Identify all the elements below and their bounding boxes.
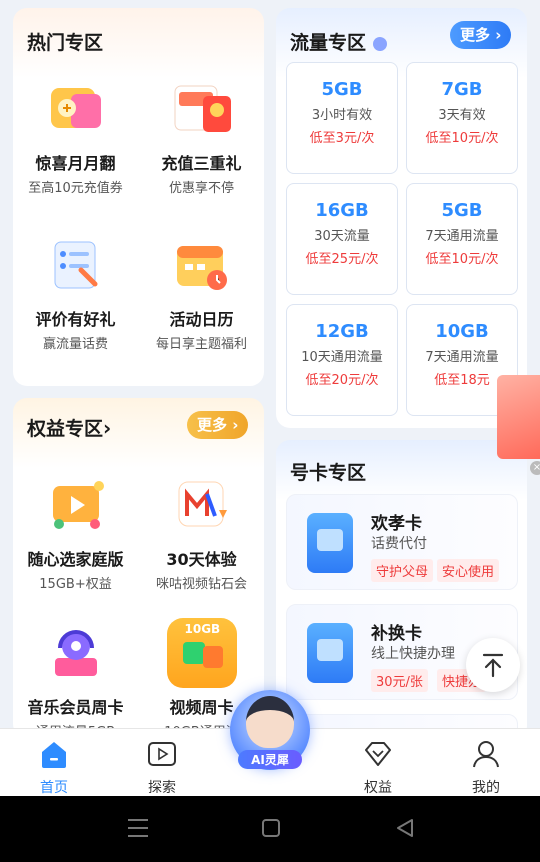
hot-item-calendar[interactable]: 活动日历 每日享主题福利 [139, 230, 264, 352]
tab-mine[interactable]: 我的 [451, 737, 521, 797]
data-package-card[interactable]: 7GB 3天有效 低至10元/次 [406, 62, 518, 174]
package-price: 低至3元/次 [309, 131, 375, 146]
menu-icon[interactable] [128, 819, 148, 837]
rights-more-button[interactable]: 更多 › [187, 411, 249, 439]
data-zone-title-text: 流量专区 [290, 32, 367, 54]
hot-item-sub: 优惠享不停 [168, 181, 234, 196]
package-desc: 7天通用流量 [425, 350, 499, 365]
package-gb: 5GB [321, 79, 363, 100]
data-package-card[interactable]: 16GB 30天流量 低至25元/次 [286, 183, 398, 295]
sim-card-tag: 守护父母 [371, 559, 434, 582]
hot-item-title: 充值三重礼 [161, 154, 242, 173]
hot-item-title: 惊喜月月翻 [35, 154, 116, 173]
sim-card-sub: 话费代付 [371, 536, 427, 552]
tab-home[interactable]: 首页 [19, 737, 89, 797]
package-gb: 12GB [315, 321, 369, 342]
hot-item-title: 评价有好礼 [35, 310, 116, 329]
tab-label: 首页 [40, 780, 68, 796]
hot-zone-title: 热门专区 [27, 32, 104, 54]
migu-video-icon [167, 470, 237, 540]
system-navigation-bar [0, 796, 540, 862]
sim-card-sub: 线上快捷办理 [371, 646, 455, 662]
rights-more-label: 更多 [197, 416, 228, 434]
package-gb: 7GB [441, 79, 483, 100]
sim-card-title: 欢孝卡 [371, 514, 422, 534]
sim-card-title: 补换卡 [371, 624, 422, 644]
sim-card-tag: 安心使用 [437, 559, 500, 582]
hot-item-sub: 至高10元充值券 [28, 181, 123, 196]
tab-rights[interactable]: 权益 [343, 737, 413, 797]
data-badge-icon [372, 36, 387, 51]
sim-card-icon [307, 513, 353, 573]
music-headset-icon [41, 618, 111, 688]
play-icon [148, 742, 176, 766]
package-desc: 7天通用流量 [425, 229, 499, 244]
sim-card-item[interactable]: 欢孝卡 话费代付 守护父母 安心使用 [286, 494, 518, 590]
rights-item-title: 随心选家庭版 [27, 550, 124, 569]
back-to-top-button[interactable] [466, 638, 520, 692]
rights-zone-panel: 权益专区› 更多 › 随心选家庭版 15GB+权益 30天体验 咪咕视频钻石会 … [13, 398, 264, 738]
floating-promo-banner[interactable] [497, 375, 540, 459]
data-package-card[interactable]: 5GB 7天通用流量 低至10元/次 [406, 183, 518, 295]
iqiyi-icon: 10GB [166, 618, 237, 688]
rights-item-title: 30天体验 [166, 550, 237, 569]
data-package-card[interactable]: 12GB 10天通用流量 低至20元/次 [286, 304, 398, 416]
data-more-label: 更多 [460, 26, 491, 44]
chevron-right-icon: › [103, 416, 112, 440]
rights-item-sub: 咪咕视频钻石会 [155, 577, 247, 592]
hot-item-review[interactable]: 评价有好礼 赢流量话费 [13, 230, 138, 352]
package-price: 低至25元/次 [305, 252, 379, 267]
tab-label: 探索 [148, 780, 176, 796]
rights-item-music[interactable]: 音乐会员周卡 通用流量5GB [13, 618, 138, 738]
rights-zone-title[interactable]: 权益专区› [27, 414, 111, 441]
hot-item-sub: 赢流量话费 [42, 337, 108, 352]
package-price: 低至10元/次 [425, 131, 499, 146]
red-packet-icon [167, 74, 237, 144]
hot-item-recharge[interactable]: 充值三重礼 优惠享不停 [139, 74, 264, 196]
package-gb: 10GB [435, 321, 489, 342]
card-zone-title: 号卡专区 [290, 462, 367, 484]
rights-item-sub: 15GB+权益 [39, 577, 112, 592]
data-zone-title: 流量专区 [290, 28, 387, 55]
hot-item-title: 活动日历 [169, 310, 234, 329]
package-price: 低至10元/次 [425, 252, 499, 267]
tab-label: 权益 [364, 780, 392, 796]
coupon-icon [41, 74, 111, 144]
package-desc: 3小时有效 [311, 108, 373, 123]
package-gb: 5GB [441, 200, 483, 221]
rights-item-trial[interactable]: 30天体验 咪咕视频钻石会 [139, 470, 264, 592]
home-icon [42, 742, 66, 768]
data-package-card[interactable]: 5GB 3小时有效 低至3元/次 [286, 62, 398, 174]
data-more-button[interactable]: 更多 › [450, 21, 512, 49]
tab-explore[interactable]: 探索 [127, 737, 197, 797]
hot-item-sub: 每日享主题福利 [155, 337, 247, 352]
package-price: 低至20元/次 [305, 373, 379, 388]
close-icon[interactable]: × [530, 461, 540, 475]
back-icon[interactable] [397, 819, 413, 837]
calendar-icon [167, 230, 237, 300]
rights-item-family[interactable]: 随心选家庭版 15GB+权益 [13, 470, 138, 592]
package-gb: 16GB [315, 200, 369, 221]
arrow-up-icon [482, 653, 504, 678]
ai-assistant-label: AI灵犀 [238, 750, 302, 769]
package-desc: 30天流量 [314, 229, 370, 244]
user-icon [473, 741, 499, 768]
sim-card-icon [307, 623, 353, 683]
ai-avatar [246, 696, 294, 748]
ai-assistant-button[interactable]: AI灵犀 [228, 686, 312, 778]
data-zone-panel: 流量专区 更多 › 5GB 3小时有效 低至3元/次 7GB 3天有效 低至10… [276, 8, 527, 428]
review-form-icon [41, 230, 111, 300]
diamond-icon [365, 742, 391, 766]
package-desc: 3天有效 [438, 108, 486, 123]
hot-zone-panel: 热门专区 惊喜月月翻 至高10元充值券 充值三重礼 优惠享不停 评价有好礼 赢流… [13, 8, 264, 386]
rights-item-title: 音乐会员周卡 [27, 698, 124, 717]
sim-card-tag: 30元/张 [371, 669, 428, 692]
card-zone-panel: 号卡专区 欢孝卡 话费代付 守护父母 安心使用 补换卡 线上快捷办理 30元/张… [276, 440, 527, 740]
tv-play-icon [41, 470, 111, 540]
package-desc: 10天通用流量 [301, 350, 383, 365]
rights-zone-title-text: 权益专区 [27, 418, 104, 440]
home-button-icon[interactable] [262, 819, 280, 837]
tab-label: 我的 [472, 780, 500, 796]
hot-item-surprise[interactable]: 惊喜月月翻 至高10元充值券 [13, 74, 138, 196]
